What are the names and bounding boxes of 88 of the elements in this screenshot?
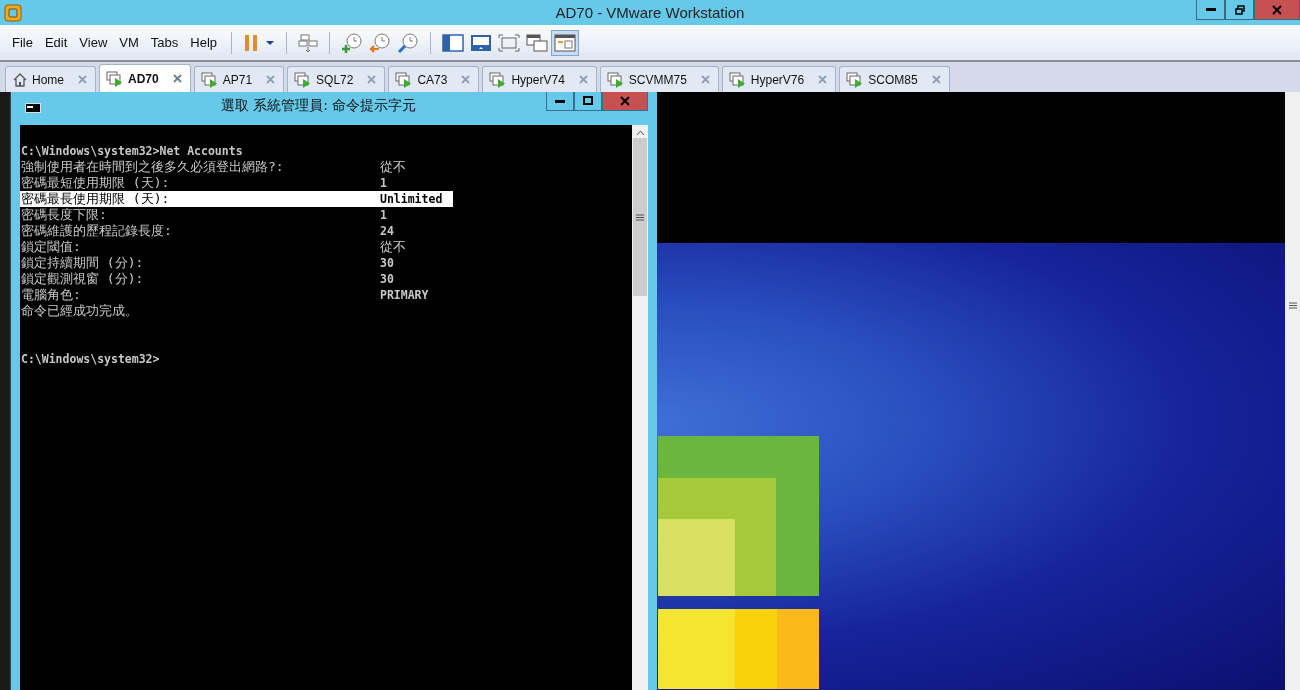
- grip-icon: [636, 213, 644, 221]
- clock-wrench-icon: [397, 31, 420, 54]
- setting-label: 密碼維護的歷程記錄長度:: [21, 223, 173, 239]
- setting-value: PRIMARY: [380, 287, 429, 303]
- minimize-icon: [1205, 8, 1216, 11]
- vm-tab[interactable]: AD70: [99, 64, 191, 92]
- setting-label: 密碼長度下限:: [21, 207, 108, 223]
- vm-play-icon: [489, 70, 508, 89]
- vm-tab[interactable]: SCOM85: [839, 66, 950, 92]
- setting-value: Unlimited: [380, 191, 443, 207]
- setting-label: 密碼最長使用期限 (天):: [21, 191, 171, 207]
- clock-revert-icon: [369, 31, 392, 54]
- setting-value: 從不: [380, 159, 406, 175]
- home-icon: [12, 71, 28, 88]
- menu-item[interactable]: File: [6, 33, 39, 52]
- maximize-button[interactable]: [574, 92, 602, 111]
- bottom-panel-icon: [470, 32, 493, 53]
- minimize-button[interactable]: [1196, 0, 1225, 20]
- scrollbar[interactable]: [632, 125, 648, 690]
- close-icon[interactable]: [266, 75, 276, 84]
- vm-tab[interactable]: HyperV74: [482, 66, 597, 92]
- setting-value: 30: [380, 271, 394, 287]
- console-view-button[interactable]: [551, 29, 580, 56]
- close-icon[interactable]: [367, 75, 377, 84]
- close-icon: [1272, 4, 1282, 15]
- setting-label: 電腦角色:: [21, 287, 82, 303]
- vm-tab[interactable]: Home: [5, 66, 96, 92]
- restore-icon: [1234, 4, 1245, 15]
- setting-value: 30: [380, 255, 394, 271]
- close-icon[interactable]: [578, 75, 588, 84]
- pause-icon: [243, 33, 260, 52]
- grip-icon: [1288, 302, 1297, 309]
- sidebar-panel-icon: [442, 32, 465, 53]
- keyboard-send-icon: [298, 32, 319, 53]
- vm-tab[interactable]: CA73: [388, 66, 480, 92]
- caret-icon: [265, 39, 276, 46]
- close-button[interactable]: [602, 92, 648, 111]
- console-view-icon: [554, 32, 577, 53]
- vm-play-icon: [106, 69, 124, 88]
- menu-item[interactable]: Help: [184, 33, 224, 52]
- minimize-button[interactable]: [546, 92, 574, 111]
- vm-play-icon: [200, 70, 219, 89]
- close-icon[interactable]: [700, 75, 710, 84]
- close-button[interactable]: [1254, 0, 1300, 20]
- console-command: C:\Windows\system32>: [21, 351, 160, 367]
- close-icon[interactable]: [78, 75, 87, 84]
- menu-item[interactable]: VM: [113, 33, 145, 52]
- console-icon: [25, 103, 41, 113]
- setting-value: 1: [380, 175, 387, 191]
- close-icon[interactable]: [818, 75, 828, 84]
- app-logo-icon: [4, 3, 22, 22]
- setting-label: 鎖定持續期間 (分):: [21, 255, 145, 271]
- windows-overlap-icon: [526, 32, 549, 53]
- setting-value: 24: [380, 223, 394, 239]
- vm-tab[interactable]: AP71: [193, 66, 285, 92]
- setting-label: 強制使用者在時間到之後多久必須登出網路?:: [21, 159, 285, 175]
- close-icon[interactable]: [931, 75, 941, 84]
- console-command: C:\Windows\system32>Net Accounts: [21, 143, 243, 159]
- scrollbar[interactable]: [1285, 92, 1300, 690]
- setting-label: 密碼最短使用期限 (天):: [21, 175, 171, 191]
- vm-tab[interactable]: SCVMM75: [599, 66, 719, 92]
- close-icon: [620, 96, 630, 106]
- vm-play-icon: [728, 70, 747, 89]
- close-icon[interactable]: [461, 75, 471, 84]
- setting-value: 從不: [380, 239, 406, 255]
- vm-tab[interactable]: HyperV76: [721, 66, 837, 92]
- maximize-icon: [583, 96, 593, 106]
- setting-value: 1: [380, 207, 387, 223]
- window-title: AD70 - VMware Workstation: [555, 3, 745, 21]
- menu-item[interactable]: Tabs: [144, 33, 185, 52]
- scrollbar-thumb[interactable]: [633, 138, 647, 296]
- vm-play-icon: [294, 70, 313, 89]
- setting-label: 鎖定觀測視窗 (分):: [21, 271, 145, 287]
- menu-item[interactable]: Edit: [38, 33, 74, 52]
- vm-tab[interactable]: SQL72: [287, 66, 386, 92]
- vm-play-icon: [846, 70, 865, 89]
- vm-play-icon: [395, 70, 414, 89]
- window-title: 選取 系統管理員: 命令提示字元: [220, 97, 417, 115]
- clock-plus-icon: [341, 31, 364, 54]
- menu-item[interactable]: View: [73, 33, 114, 52]
- console-message: 命令已經成功完成。: [21, 303, 138, 319]
- close-icon[interactable]: [172, 74, 182, 83]
- minimize-icon: [555, 99, 565, 103]
- restore-button[interactable]: [1225, 0, 1254, 20]
- fullscreen-icon: [498, 32, 521, 53]
- vm-play-icon: [606, 70, 625, 89]
- scroll-up-icon: [635, 130, 645, 136]
- setting-label: 鎖定閾值:: [21, 239, 82, 255]
